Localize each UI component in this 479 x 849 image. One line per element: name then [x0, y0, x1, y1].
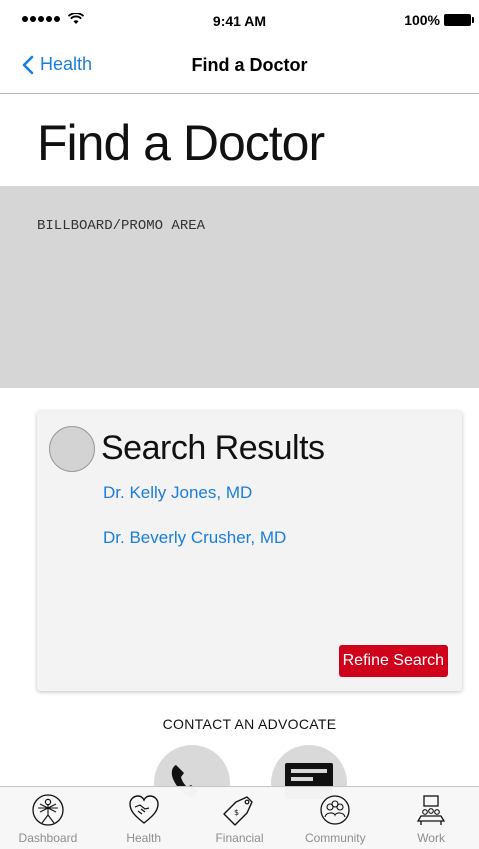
tab-label: Dashboard	[18, 831, 78, 845]
tab-label: Health	[126, 831, 162, 845]
nav-title: Find a Doctor	[191, 55, 308, 75]
app-screen: 9:41 AM 100% Health Find a Doctor Find a…	[0, 0, 479, 849]
tab-label: Community	[304, 831, 366, 845]
battery-icon	[444, 14, 474, 26]
doctor-result-link[interactable]: Dr. Kelly Jones, MD	[103, 483, 252, 503]
vitruvian-man-icon	[32, 794, 64, 826]
meeting-table-icon	[416, 795, 446, 825]
people-circle-icon	[320, 795, 350, 825]
refine-search-button[interactable]: Refine Search	[338, 645, 448, 677]
doctor-result-link[interactable]: Dr. Beverly Crusher, MD	[103, 528, 286, 548]
tab-health[interactable]: Health	[96, 787, 192, 849]
page-title: Find a Doctor	[37, 115, 325, 171]
battery-area: 100%	[404, 12, 474, 28]
tab-dashboard[interactable]: Dashboard	[0, 787, 96, 849]
results-avatar	[49, 426, 95, 472]
svg-text:$: $	[234, 808, 239, 817]
contact-advocate-heading: CONTACT AN ADVOCATE	[162, 716, 337, 732]
billboard-label: BILLBOARD/PROMO AREA	[37, 218, 206, 234]
tab-financial[interactable]: $ Financial	[192, 787, 288, 849]
tab-label: Work	[417, 831, 445, 845]
tab-community[interactable]: Community	[287, 787, 383, 849]
tab-label: Financial	[215, 831, 264, 845]
navigation-bar: Health Find a Doctor	[0, 40, 479, 94]
battery-percent: 100%	[404, 12, 440, 28]
search-results-title: Search Results	[101, 429, 325, 467]
search-results-card: Search Results Dr. Kelly Jones, MD Dr. B…	[37, 411, 462, 691]
handshake-heart-icon	[128, 795, 159, 824]
tab-work[interactable]: Work	[383, 787, 479, 849]
tab-bar: Dashboard Health $ Financial Community W…	[0, 786, 479, 849]
price-tag-icon: $	[223, 796, 254, 826]
billboard-promo-area[interactable]: BILLBOARD/PROMO AREA	[0, 186, 479, 388]
status-bar: 9:41 AM 100%	[0, 0, 479, 40]
